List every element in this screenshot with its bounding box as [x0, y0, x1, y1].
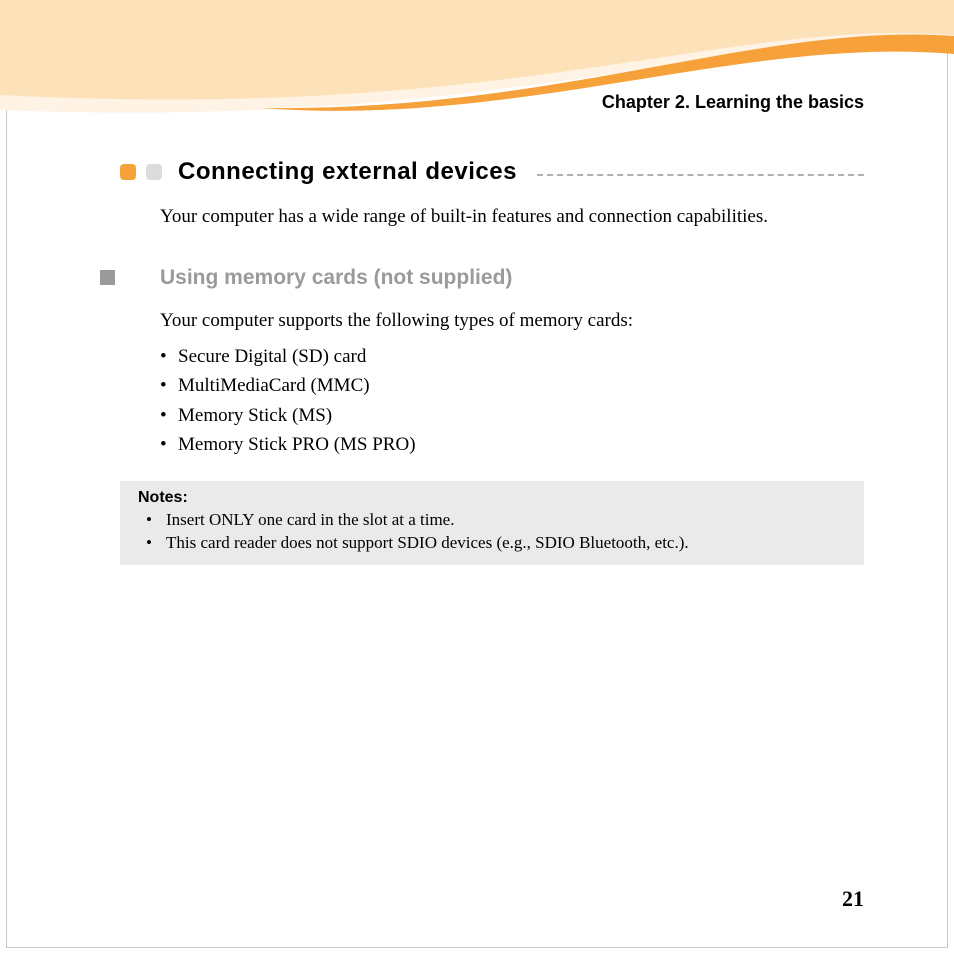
notes-item: This card reader does not support SDIO d… — [138, 532, 846, 555]
chapter-header: Chapter 2. Learning the basics — [602, 92, 864, 113]
memory-card-list: Secure Digital (SD) card MultiMediaCard … — [160, 342, 864, 460]
list-item: Memory Stick PRO (MS PRO) — [160, 430, 864, 459]
list-item: MultiMediaCard (MMC) — [160, 371, 864, 400]
subsection-bullet-icon — [100, 270, 115, 285]
subsection-title-row: Using memory cards (not supplied) — [100, 266, 864, 290]
section-title: Connecting external devices — [178, 158, 517, 186]
section-bullet-orange-icon — [120, 164, 136, 180]
list-item: Secure Digital (SD) card — [160, 342, 864, 371]
notes-label: Notes: — [138, 489, 846, 507]
section-title-row: Connecting external devices — [120, 158, 864, 186]
page-number: 21 — [842, 886, 864, 912]
subsection-intro-text: Your computer supports the following typ… — [160, 310, 864, 332]
subsection-title: Using memory cards (not supplied) — [160, 266, 512, 290]
list-item: Memory Stick (MS) — [160, 401, 864, 430]
section-bullet-gray-icon — [146, 164, 162, 180]
notes-item: Insert ONLY one card in the slot at a ti… — [138, 509, 846, 532]
page-content: Connecting external devices Your compute… — [120, 158, 864, 565]
notes-box: Notes: Insert ONLY one card in the slot … — [120, 481, 864, 565]
section-intro-text: Your computer has a wide range of built-… — [160, 204, 864, 230]
section-title-rule — [537, 174, 864, 176]
